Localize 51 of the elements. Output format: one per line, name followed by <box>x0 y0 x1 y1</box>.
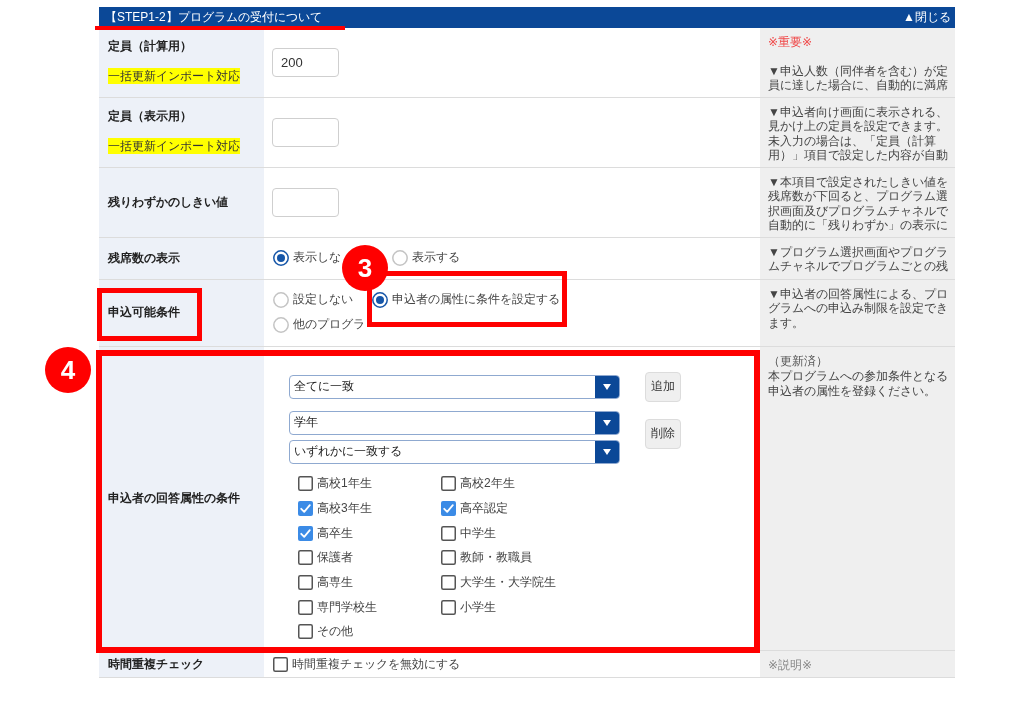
help-caption: ※説明※ <box>768 658 814 673</box>
dropdown[interactable]: 学年 <box>289 410 620 435</box>
checkbox-option[interactable]: 小学生 <box>441 594 496 620</box>
step-marker: 4 <box>45 346 91 393</box>
highlighted-note: 一括更新インポート対応 <box>108 68 240 84</box>
text-field[interactable]: 200 <box>272 47 339 77</box>
field-label: 時間重複チェック <box>108 656 204 672</box>
checkbox-option[interactable]: 高卒認定 <box>441 496 508 521</box>
checkbox-option[interactable]: 大学生・大学院生 <box>441 570 556 595</box>
text-field[interactable] <box>272 187 339 217</box>
caret-icon <box>595 411 619 434</box>
radio-option[interactable]: 表示しな <box>273 249 341 266</box>
checkbox-option[interactable]: 高専生 <box>298 570 353 595</box>
dropdown[interactable]: 全てに一致 <box>289 374 620 399</box>
checkbox-option[interactable]: 高卒生 <box>298 520 353 546</box>
checkbox-option[interactable]: 専門学校生 <box>298 594 377 620</box>
field-label: 定員（表示用） <box>108 108 192 124</box>
field-label: 残りわずかのしきい値 <box>108 194 228 210</box>
text-field[interactable] <box>272 117 339 147</box>
radio-option[interactable]: 設定しない <box>273 291 353 308</box>
checkbox-option[interactable]: 保護者 <box>298 545 353 571</box>
checkbox-option[interactable]: 高校3年生 <box>298 496 372 521</box>
checkbox-option[interactable]: 中学生 <box>441 520 496 546</box>
help-text: ▼申込人数（同伴者を含む）が定員に達した場合に、自動的に満席 <box>768 63 948 93</box>
help-text: ▼申込者の回答属性による、プログラムへの申込み制限を設定できます。 <box>768 286 948 330</box>
checkbox-option[interactable]: 教師・教職員 <box>441 545 532 571</box>
caret-icon <box>595 375 619 398</box>
remove-button[interactable]: 削除 <box>645 418 681 449</box>
caret-icon <box>595 440 619 463</box>
checkbox-option[interactable]: 高校1年生 <box>298 471 372 497</box>
status-note: （更新済） <box>768 353 829 369</box>
checkbox-option[interactable]: 時間重複チェックを無効にする <box>273 655 460 673</box>
important-note: ※重要※ <box>768 35 814 50</box>
help-text: ▼プログラム選択画面やプログラムチャネルでプログラムごとの残 <box>768 244 948 274</box>
radio-option[interactable]: 申込者の属性に条件を設定する <box>372 291 560 308</box>
section-title: 【STEP1-2】プログラムの受付について <box>105 9 322 26</box>
radio-option[interactable]: 他のプログラ <box>273 316 365 333</box>
checkbox-option[interactable]: その他 <box>298 619 353 645</box>
dropdown[interactable]: いずれかに一致する <box>289 439 620 464</box>
field-label: 申込者の回答属性の条件 <box>108 490 240 506</box>
checkbox-option[interactable]: 高校2年生 <box>441 471 515 497</box>
collapse-toggle[interactable]: ▲閉じる <box>903 9 951 26</box>
field-label: 残席数の表示 <box>108 250 180 266</box>
help-text: 本プログラムへの参加条件となる申込者の属性を登録ください。 <box>768 369 948 398</box>
field-label: 申込可能条件 <box>108 305 180 320</box>
radio-option[interactable]: 表示する <box>392 249 460 266</box>
help-text: ▼本項目で設定されたしきい値を残席数が下回ると、プログラム選択画面及びプログラムチャネルで自動的に「残りわずか」の表示に <box>768 174 948 233</box>
help-text: ▼申込者向け画面に表示される、見かけ上の定員を設定できます。未入力の場合は、「定員（計算用）」項目で設定した内容が自動 <box>768 104 948 163</box>
highlighted-note: 一括更新インポート対応 <box>108 137 240 154</box>
add-button[interactable]: 追加 <box>645 371 681 402</box>
field-label: 定員（計算用） <box>108 39 192 54</box>
